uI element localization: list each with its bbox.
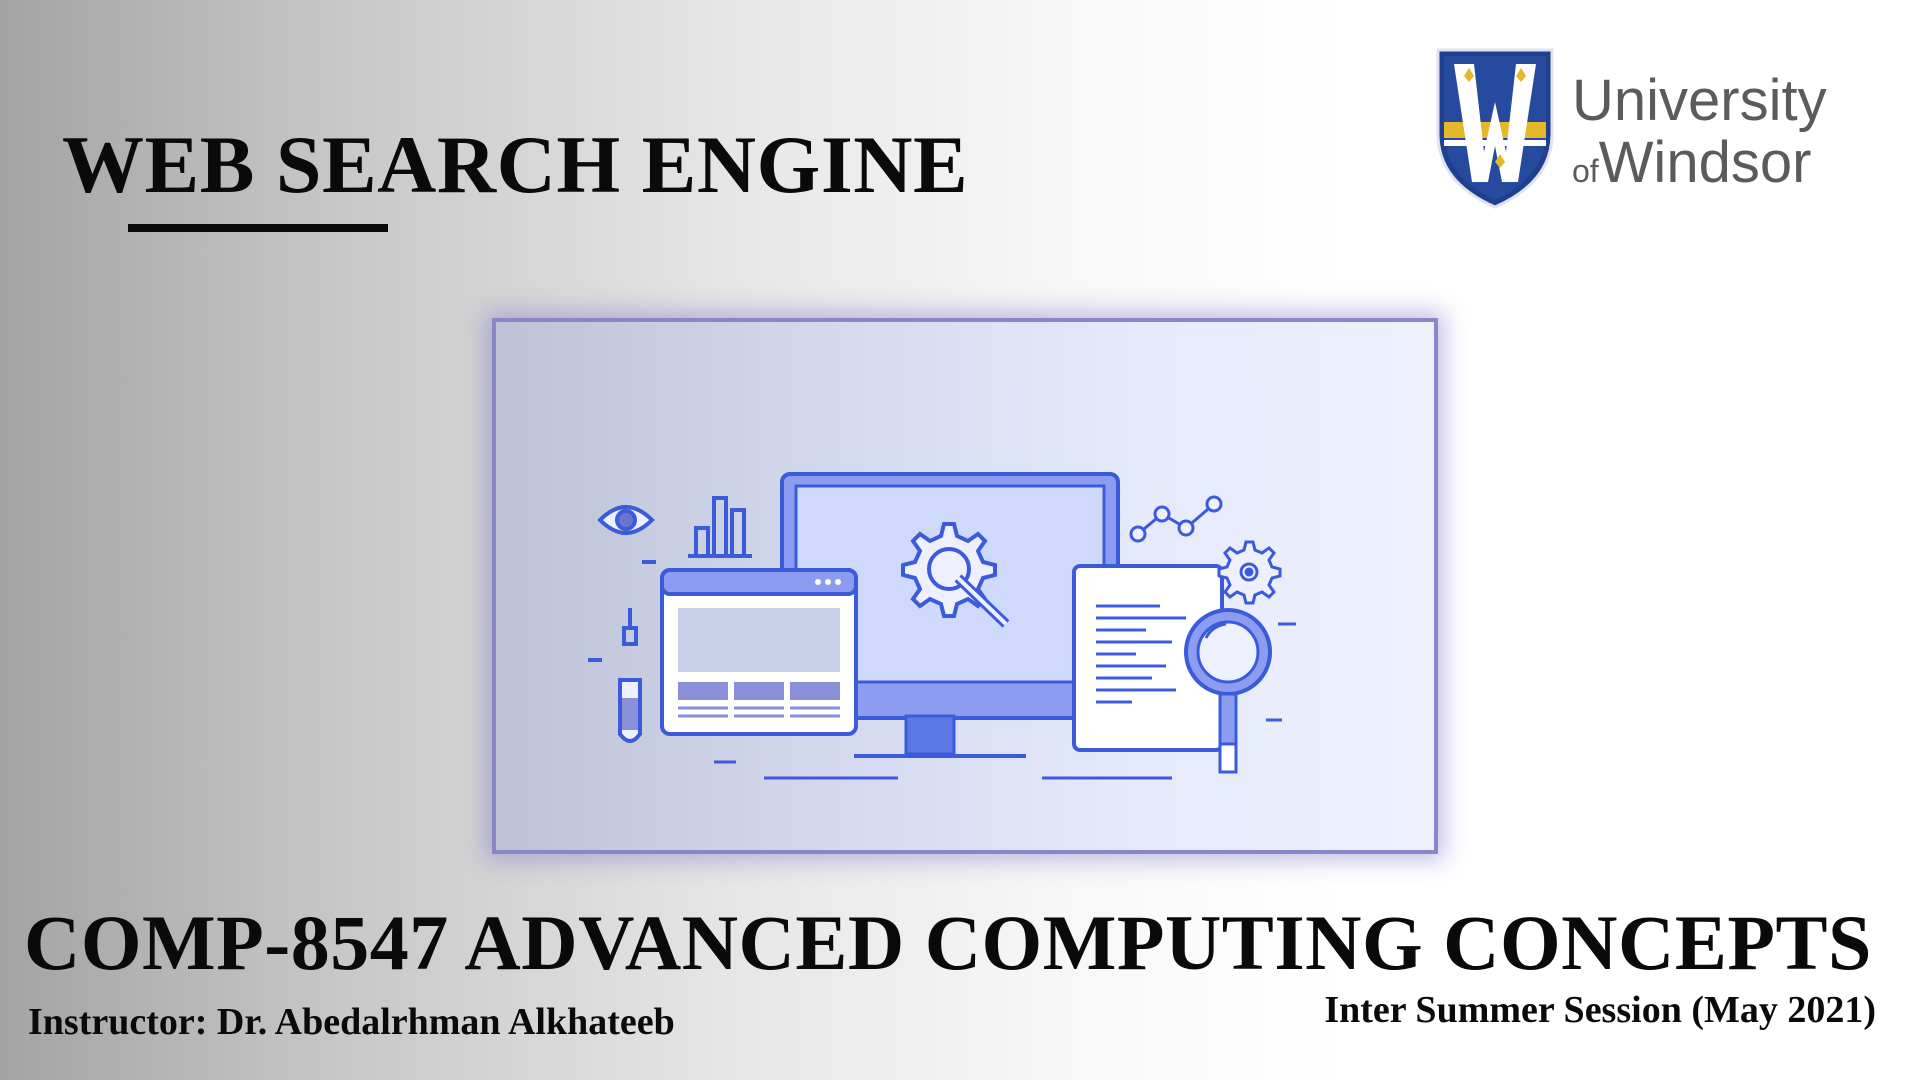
logo-windsor-text: ofWindsor	[1572, 132, 1827, 202]
browser-window-icon	[660, 568, 858, 736]
test-tube-icon	[588, 560, 656, 743]
course-title: COMP-8547 ADVANCED COMPUTING CONCEPTS	[24, 899, 1872, 986]
web-development-illustration	[588, 472, 1296, 780]
session-info: Inter Summer Session (May 2021)	[1324, 989, 1876, 1031]
university-wordmark: University ofWindsor	[1572, 70, 1827, 202]
bar-chart-icon	[688, 496, 752, 558]
logo-university-text: University	[1572, 68, 1827, 133]
logo-windsor-word: Windsor	[1598, 130, 1812, 195]
university-crest-icon	[1436, 48, 1554, 209]
university-logo: University ofWindsor	[1430, 42, 1830, 212]
title-underline	[128, 224, 388, 232]
line-graph-icon	[1129, 495, 1223, 543]
small-gear-icon	[1217, 540, 1282, 605]
logo-of-text: of	[1572, 153, 1599, 189]
slide-title: WEB SEARCH ENGINE	[62, 119, 969, 210]
instructor-name: Instructor: Dr. Abedalrhman Alkhateeb	[28, 1001, 675, 1043]
hero-illustration	[492, 318, 1438, 854]
eye-icon	[597, 505, 655, 535]
